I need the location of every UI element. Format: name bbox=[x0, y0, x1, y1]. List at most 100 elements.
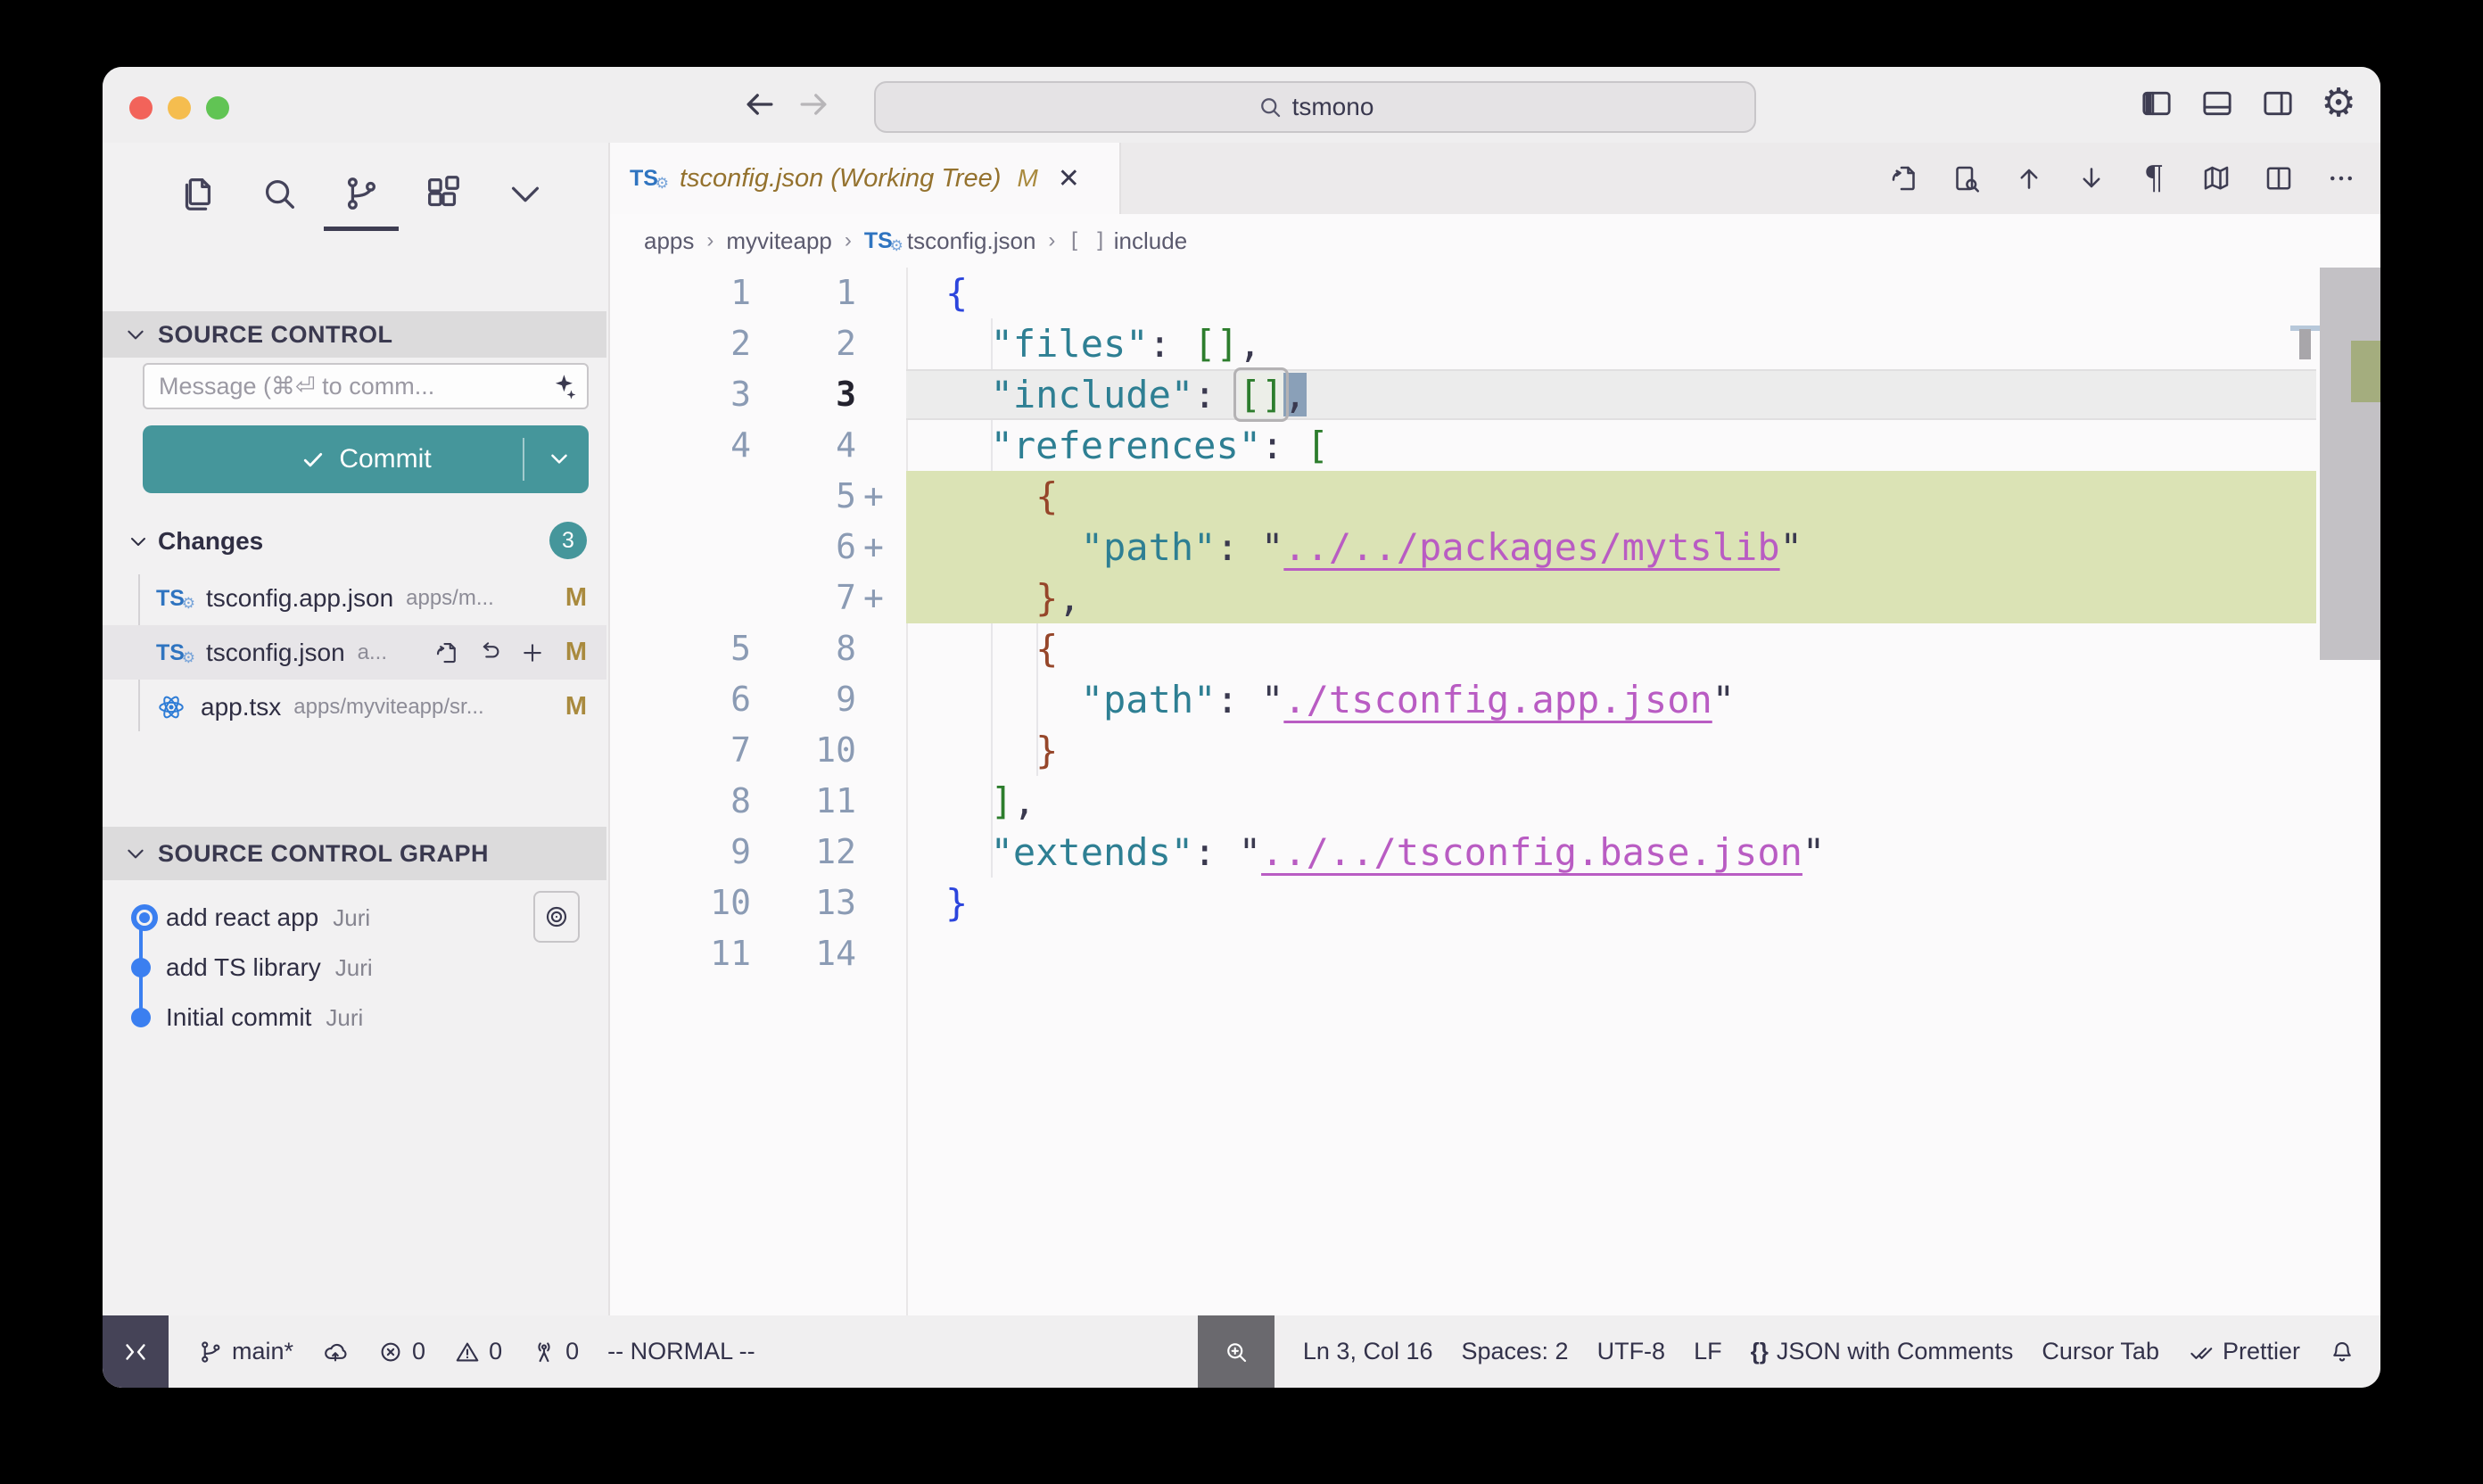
activity-bar-item-source-control[interactable] bbox=[340, 172, 383, 215]
code-line[interactable]: 11{ bbox=[610, 268, 2380, 318]
status-item-cursor-tab[interactable]: Cursor Tab bbox=[2042, 1338, 2159, 1365]
breadcrumb-separator: › bbox=[706, 228, 714, 253]
code-line[interactable]: 33 "include": [], bbox=[610, 369, 2380, 420]
code-line[interactable]: 912 "extends": "../../tsconfig.base.json… bbox=[610, 827, 2380, 878]
next-change-button[interactable] bbox=[2074, 161, 2109, 196]
breadcrumb-item[interactable]: [ ]include bbox=[1068, 227, 1187, 255]
settings-gear-button[interactable]: ⚙ bbox=[2320, 85, 2357, 122]
more-actions-button[interactable] bbox=[2323, 161, 2359, 196]
code-token: } bbox=[1035, 729, 1058, 772]
code-token: ./tsconfig.app.json bbox=[1283, 678, 1712, 721]
commit-author: Juri bbox=[333, 904, 370, 932]
code-text: } bbox=[945, 725, 1058, 776]
stage-changes-icon[interactable] bbox=[519, 639, 546, 666]
code-line[interactable]: 5+ { bbox=[610, 471, 2380, 522]
added-line-plus: + bbox=[863, 471, 884, 522]
close-window-button[interactable] bbox=[129, 96, 153, 120]
modified-line-number: 11 bbox=[715, 776, 856, 827]
open-changes-button[interactable] bbox=[1949, 161, 1984, 196]
status-item-warning[interactable]: 0 bbox=[454, 1338, 502, 1365]
command-center-search[interactable]: tsmono bbox=[874, 81, 1756, 133]
status-item-error[interactable]: 0 bbox=[377, 1338, 425, 1365]
commit-button[interactable]: Commit bbox=[143, 425, 589, 493]
ts-icon: TS⚙ bbox=[864, 226, 900, 256]
activity-bar-item-search[interactable] bbox=[258, 172, 301, 215]
source-control-graph-section-header[interactable]: SOURCE CONTROL GRAPH bbox=[103, 827, 606, 880]
scm-file-row[interactable]: app.tsxapps/myviteapp/sr...M bbox=[103, 680, 606, 734]
commit-message-input[interactable] bbox=[144, 373, 587, 400]
commit-row[interactable]: add TS libraryJuri bbox=[103, 943, 606, 993]
code-line[interactable]: 58 { bbox=[610, 623, 2380, 674]
tab-tsconfig-working-tree[interactable]: TS⚙ tsconfig.json (Working Tree) M ✕ bbox=[610, 143, 1121, 214]
sparkle-icon[interactable] bbox=[548, 371, 578, 401]
status-item-double-check[interactable]: Prettier bbox=[2188, 1338, 2300, 1365]
status-item-branch[interactable]: main* bbox=[197, 1338, 293, 1365]
status-item-braces[interactable]: {}JSON with Comments bbox=[1751, 1338, 2014, 1365]
commit-dropdown-chevron-icon[interactable] bbox=[546, 445, 573, 472]
scm-file-row[interactable]: TS⚙tsconfig.app.jsonapps/m...M bbox=[103, 571, 606, 625]
open-file-icon[interactable] bbox=[433, 639, 460, 666]
status-bar: main* 0 0 0 -- NORMAL -- Ln 3, Col 16 Spaces:… bbox=[103, 1315, 2380, 1388]
code-line[interactable]: 1114 bbox=[610, 928, 2380, 979]
code-line[interactable]: 69 "path": "./tsconfig.app.json" bbox=[610, 674, 2380, 725]
commit-message: add react app bbox=[166, 903, 318, 932]
commit-row[interactable]: add react app Juri bbox=[103, 893, 606, 943]
status-item-spaces-2[interactable]: Spaces: 2 bbox=[1462, 1338, 1569, 1365]
status-item-remote[interactable] bbox=[103, 1315, 169, 1388]
added-line-highlight bbox=[906, 471, 2316, 522]
toggle-whitespace-button[interactable]: ¶ bbox=[2136, 161, 2172, 196]
activity-bar-item-chevron-down[interactable] bbox=[504, 172, 547, 215]
map-button[interactable] bbox=[2198, 161, 2234, 196]
extensions-icon bbox=[423, 173, 464, 214]
modified-line-number: 5 bbox=[715, 471, 856, 522]
source-control-section-header[interactable]: SOURCE CONTROL bbox=[103, 311, 606, 358]
status-item-ln-3-col-16[interactable]: Ln 3, Col 16 bbox=[1303, 1338, 1433, 1365]
breadcrumb-item[interactable]: apps bbox=[644, 227, 694, 255]
breadcrumb-label: include bbox=[1114, 227, 1187, 255]
modified-line-number: 6 bbox=[715, 522, 856, 573]
status-item-lf[interactable]: LF bbox=[1694, 1338, 1722, 1365]
breadcrumb-item[interactable]: myviteapp bbox=[726, 227, 832, 255]
changes-section-header[interactable]: Changes 3 bbox=[103, 518, 606, 565]
status-item-zoom-box[interactable] bbox=[1198, 1315, 1274, 1388]
status-item-utf-8[interactable]: UTF-8 bbox=[1597, 1338, 1666, 1365]
overview-ruler-cursor-mark bbox=[2299, 329, 2311, 359]
code-line[interactable]: 1013} bbox=[610, 878, 2380, 928]
open-file-button[interactable] bbox=[1886, 161, 1922, 196]
goto-head-button[interactable] bbox=[533, 891, 580, 943]
discard-changes-icon[interactable] bbox=[476, 639, 503, 666]
code-line[interactable]: 7+ }, bbox=[610, 573, 2380, 623]
activity-bar-item-extensions[interactable] bbox=[422, 172, 465, 215]
code-line[interactable]: 22 "files": [], bbox=[610, 318, 2380, 369]
close-tab-icon[interactable]: ✕ bbox=[1058, 163, 1080, 194]
status-item--normal-[interactable]: -- NORMAL -- bbox=[607, 1338, 755, 1365]
diff-editor-content[interactable]: 11{22 "files": [],33 "include": [],44 "r… bbox=[610, 268, 2380, 1315]
status-item-bell[interactable] bbox=[2329, 1339, 2355, 1365]
tab-title: tsconfig.json (Working Tree) bbox=[680, 164, 1001, 194]
map-icon bbox=[2200, 162, 2232, 194]
layout-sidebar-left-button[interactable] bbox=[2138, 85, 2175, 122]
code-token bbox=[945, 779, 991, 823]
status-item-radio-tower[interactable]: 0 bbox=[531, 1338, 579, 1365]
commit-row[interactable]: Initial commitJuri bbox=[103, 993, 606, 1043]
navigate-forward-button[interactable] bbox=[794, 85, 835, 126]
code-line[interactable]: 6+ "path": "../../packages/mytslib" bbox=[610, 522, 2380, 573]
zoom-window-button[interactable] bbox=[206, 96, 229, 120]
side-bar: SOURCE CONTROL Commit Cha bbox=[103, 244, 606, 1315]
breadcrumb-item[interactable]: TS⚙tsconfig.json bbox=[864, 226, 1036, 256]
split-editor-button[interactable] bbox=[2261, 161, 2297, 196]
previous-change-button[interactable] bbox=[2011, 161, 2047, 196]
activity-bar-item-explorer[interactable] bbox=[176, 172, 219, 215]
commit-message: Initial commit bbox=[166, 1003, 311, 1032]
navigate-back-button[interactable] bbox=[740, 85, 781, 126]
status-item-cloud-upload[interactable] bbox=[322, 1339, 349, 1365]
code-line[interactable]: 44 "references": [ bbox=[610, 420, 2380, 471]
layout-sidebar-right-button[interactable] bbox=[2259, 85, 2297, 122]
layout-panel-button[interactable] bbox=[2198, 85, 2236, 122]
editor-scrollbar[interactable] bbox=[2320, 268, 2380, 660]
code-line[interactable]: 710 } bbox=[610, 725, 2380, 776]
code-line[interactable]: 811 ], bbox=[610, 776, 2380, 827]
commit-dot-icon bbox=[131, 1008, 151, 1027]
scm-file-row[interactable]: TS⚙tsconfig.jsona...M bbox=[103, 625, 606, 680]
minimize-window-button[interactable] bbox=[168, 96, 191, 120]
